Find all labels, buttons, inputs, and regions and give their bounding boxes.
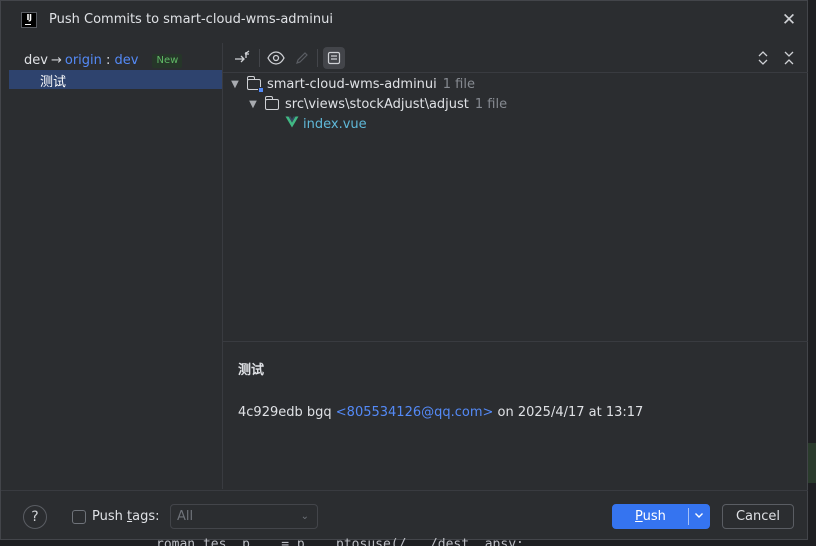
chevron-down-icon: ⌄ [300,511,309,522]
module-name: smart-cloud-wms-adminui [267,76,437,92]
edit-icon[interactable] [291,47,313,69]
chevron-down-icon[interactable]: ▼ [229,79,241,90]
tree-node-file[interactable]: index.vue [285,114,367,134]
push-tags-checkbox[interactable] [72,510,86,524]
folder-file-count: 1 file [474,96,508,112]
branch-separator: : [101,53,115,68]
ide-background-edge [808,0,816,546]
folder-path: src\views\stockAdjust\adjust [285,96,469,112]
changes-toolbar [223,43,809,73]
dialog-button-bar: ? Push tags: All ⌄ Push Cancel [1,490,809,541]
dialog-title: Push Commits to smart-cloud-wms-adminui [49,12,333,27]
collapse-all-icon[interactable] [778,47,800,69]
close-icon[interactable]: ✕ [781,12,797,29]
commit-hash: 4c929edb [238,405,303,420]
commit-details-panel: 测试 4c929edb bgq <805534126@qq.com> on 20… [223,342,809,489]
author-email-link[interactable]: <805534126@qq.com> [336,405,494,420]
push-options-chevron-icon[interactable] [689,505,709,528]
background-code-line: roman tes. p = p. . ptosuse(/ /dest apsy… [156,537,571,546]
tree-node-module[interactable]: ▼ smart-cloud-wms-adminui 1 file [229,74,475,94]
commit-message: 测试 [40,75,67,90]
push-tags-label[interactable]: Push tags: [92,509,159,524]
vue-file-icon [285,116,299,132]
new-branch-badge: New [152,54,183,68]
expand-all-icon[interactable] [752,47,774,69]
branch-mapping: dev → origin : dev New [24,53,183,68]
toolbar-separator [317,49,318,67]
push-tags-select[interactable]: All ⌄ [170,504,318,529]
push-commits-dialog: IJ Push Commits to smart-cloud-wms-admin… [0,0,809,541]
toolbar-separator [259,49,260,67]
push-button-label[interactable]: Push [613,505,688,528]
help-button[interactable]: ? [23,505,47,529]
changed-files-tree: ▼ smart-cloud-wms-adminui 1 file ▼ src\v… [223,74,809,342]
module-file-count: 1 file [442,76,475,92]
title-bar: IJ Push Commits to smart-cloud-wms-admin… [1,1,807,39]
module-folder-icon [246,75,264,93]
folder-icon [264,95,279,110]
chevron-down-icon[interactable]: ▼ [247,99,259,110]
push-tags-select-value: All [177,509,194,524]
file-name: index.vue [303,116,367,132]
local-branch: dev [24,53,48,68]
commit-details-message: 测试 [238,363,265,378]
remote-branch-link[interactable]: dev [115,53,139,68]
commit-details-meta: 4c929edb bgq <805534126@qq.com> on 2025/… [238,405,643,420]
arrow-right-icon: → [50,53,62,68]
commits-panel: dev → origin : dev New 测试 [9,43,222,489]
commit-author: bgq [306,405,332,420]
cancel-button[interactable]: Cancel [722,504,794,529]
commit-list-item[interactable]: 测试 [9,70,222,90]
tree-node-folder[interactable]: ▼ src\views\stockAdjust\adjust 1 file [247,94,507,114]
collapse-branches-icon[interactable] [231,47,253,69]
show-diff-icon[interactable] [265,47,287,69]
remote-name-link[interactable]: origin [65,53,102,68]
push-button[interactable]: Push [612,504,710,529]
details-toggle-icon[interactable] [323,47,345,69]
commit-date: on 2025/4/17 at 13:17 [497,405,644,420]
intellij-logo-icon: IJ [21,12,37,28]
